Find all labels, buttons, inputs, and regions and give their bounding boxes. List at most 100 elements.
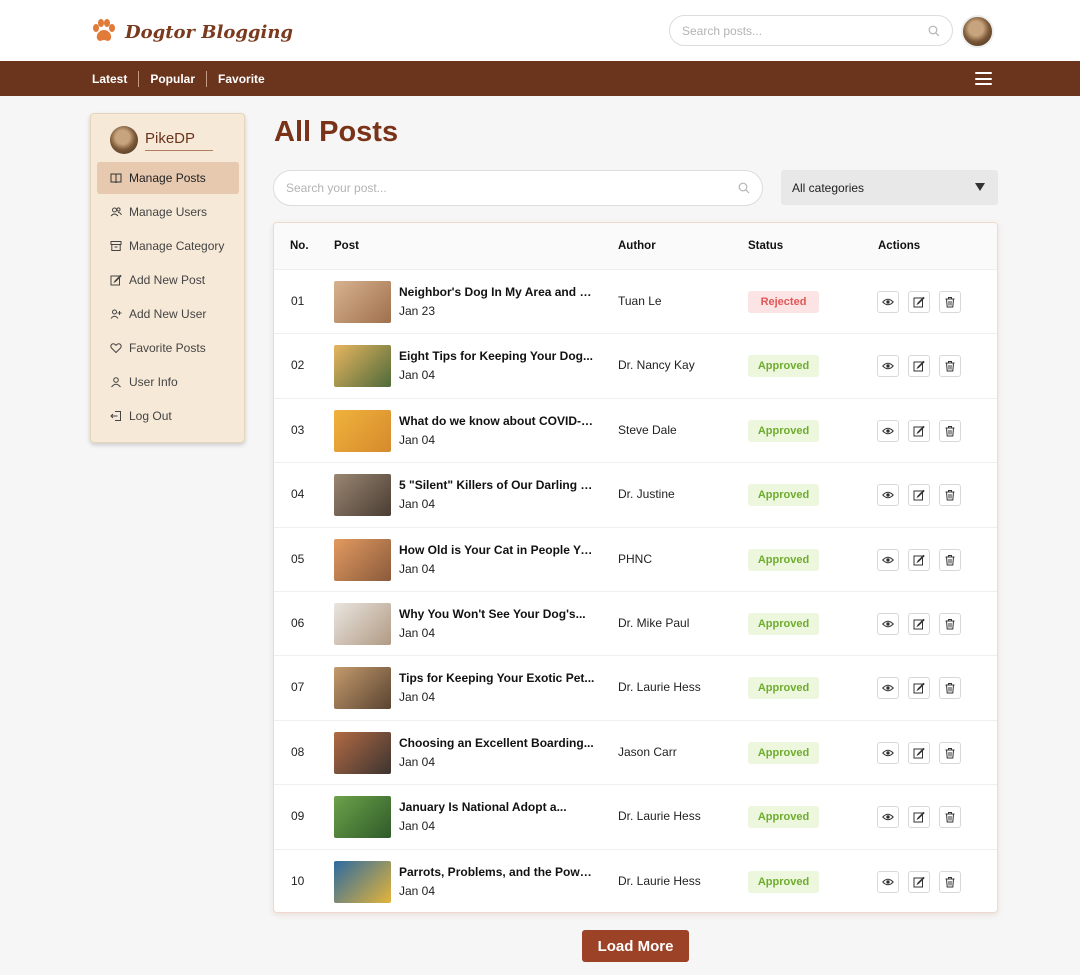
delete-button[interactable] xyxy=(939,806,961,829)
sidebar-item-log-out[interactable]: Log Out xyxy=(97,400,239,432)
brand-logo[interactable]: Dogtor Blogging xyxy=(90,16,293,48)
delete-button[interactable] xyxy=(939,870,961,893)
view-button[interactable] xyxy=(877,613,899,635)
delete-button[interactable] xyxy=(939,291,961,313)
edit-button[interactable] xyxy=(908,741,930,764)
post-date: Jan 04 xyxy=(399,690,436,705)
trash-icon xyxy=(945,554,955,566)
edit-button[interactable] xyxy=(908,806,930,829)
edit-button[interactable] xyxy=(908,613,930,635)
edit-button[interactable] xyxy=(908,419,930,442)
sidebar-item-user-info[interactable]: User Info xyxy=(97,366,239,398)
edit-button[interactable] xyxy=(908,355,930,378)
sidebar-item-favorite-posts[interactable]: Favorite Posts xyxy=(97,332,239,364)
view-button[interactable] xyxy=(877,419,899,442)
post-title[interactable]: What do we know about COVID-1... xyxy=(399,414,597,428)
status-badge: Approved xyxy=(748,870,819,893)
edit-icon xyxy=(913,618,925,630)
post-title[interactable]: January Is National Adopt a... xyxy=(399,800,597,814)
row-actions xyxy=(877,291,970,313)
post-thumbnail[interactable] xyxy=(334,281,391,323)
search-icon[interactable] xyxy=(928,25,940,37)
row-number: 02 xyxy=(291,358,305,373)
trash-icon xyxy=(945,812,955,823)
row-actions xyxy=(877,806,970,829)
nav-link-popular[interactable]: Popular xyxy=(138,70,206,87)
post-thumbnail[interactable] xyxy=(334,603,391,645)
view-button[interactable] xyxy=(877,355,899,378)
view-button[interactable] xyxy=(877,548,899,571)
edit-button[interactable] xyxy=(908,548,930,571)
delete-button[interactable] xyxy=(939,677,961,700)
sidebar-item-add-new-user[interactable]: Add New User xyxy=(97,298,239,330)
post-thumbnail[interactable] xyxy=(334,860,391,903)
post-author: Tuan Le xyxy=(618,294,662,308)
post-title[interactable]: How Old is Your Cat in People Years? xyxy=(399,543,597,557)
sidebar-item-manage-users[interactable]: Manage Users xyxy=(97,196,239,228)
post-title[interactable]: Eight Tips for Keeping Your Dog... xyxy=(399,349,597,363)
sidebar-item-label: Add New User xyxy=(129,307,207,321)
post-search-input[interactable] xyxy=(286,181,738,195)
post-title[interactable]: Tips for Keeping Your Exotic Pet... xyxy=(399,671,597,685)
post-title[interactable]: Why You Won't See Your Dog's... xyxy=(399,607,597,621)
edit-button[interactable] xyxy=(908,870,930,893)
post-date: Jan 04 xyxy=(399,883,436,898)
dashboard-sidebar: PikeDP Manage Posts Manage Users Manage … xyxy=(90,113,245,443)
sidebar-avatar xyxy=(110,126,138,154)
brand-name: Dogtor Blogging xyxy=(125,21,294,43)
sidebar-item-manage-posts[interactable]: Manage Posts xyxy=(97,162,239,194)
view-button[interactable] xyxy=(877,291,899,313)
sidebar-item-label: Manage Posts xyxy=(129,171,206,185)
post-thumbnail[interactable] xyxy=(334,796,391,839)
sidebar-item-label: Manage Category xyxy=(129,239,225,253)
edit-icon xyxy=(913,489,925,501)
post-thumbnail[interactable] xyxy=(334,345,391,388)
table-row: 06 Why You Won't See Your Dog's... Jan 04 D… xyxy=(274,592,997,657)
view-button[interactable] xyxy=(877,806,899,829)
post-thumbnail[interactable] xyxy=(334,538,391,581)
user-avatar[interactable] xyxy=(961,15,994,48)
nav-link-favorite[interactable]: Favorite xyxy=(206,70,276,87)
eye-icon xyxy=(882,427,894,435)
post-title[interactable]: Parrots, Problems, and the Power ... xyxy=(399,865,597,879)
delete-button[interactable] xyxy=(939,484,961,507)
edit-button[interactable] xyxy=(908,677,930,700)
edit-button[interactable] xyxy=(908,484,930,507)
view-button[interactable] xyxy=(877,677,899,700)
edit-icon xyxy=(913,747,925,759)
view-button[interactable] xyxy=(877,484,899,507)
post-thumbnail[interactable] xyxy=(334,474,391,517)
sidebar-item-label: Add New Post xyxy=(129,273,206,287)
view-button[interactable] xyxy=(877,741,899,764)
nav-link-latest[interactable]: Latest xyxy=(92,71,138,87)
delete-button[interactable] xyxy=(939,355,961,378)
status-badge: Approved xyxy=(748,806,819,829)
sidebar-item-add-new-post[interactable]: Add New Post xyxy=(97,264,239,296)
book-icon xyxy=(110,173,122,184)
category-dropdown[interactable]: All categories xyxy=(781,170,998,205)
post-thumbnail[interactable] xyxy=(334,667,391,710)
delete-button[interactable] xyxy=(939,741,961,764)
view-button[interactable] xyxy=(877,870,899,893)
delete-button[interactable] xyxy=(939,613,961,635)
hamburger-menu-icon[interactable] xyxy=(975,72,992,85)
edit-button[interactable] xyxy=(908,291,930,313)
post-title[interactable]: 5 "Silent" Killers of Our Darling Cats xyxy=(399,478,597,492)
post-title[interactable]: Neighbor's Dog In My Area and M... xyxy=(399,285,597,299)
search-icon[interactable] xyxy=(738,182,750,194)
row-actions xyxy=(877,419,970,442)
page-title: All Posts xyxy=(274,116,399,148)
load-more-button[interactable]: Load More xyxy=(582,930,689,962)
post-thumbnail[interactable] xyxy=(334,731,391,774)
post-title[interactable]: Choosing an Excellent Boarding... xyxy=(399,736,597,750)
delete-button[interactable] xyxy=(939,548,961,571)
header-search-input[interactable] xyxy=(682,23,928,38)
post-thumbnail[interactable] xyxy=(334,409,391,452)
status-badge: Approved xyxy=(748,484,819,507)
row-number: 03 xyxy=(291,422,305,437)
row-actions xyxy=(877,548,970,571)
post-date: Jan 23 xyxy=(399,304,436,318)
row-actions xyxy=(877,677,970,700)
sidebar-item-manage-category[interactable]: Manage Category xyxy=(97,230,239,262)
delete-button[interactable] xyxy=(939,419,961,442)
